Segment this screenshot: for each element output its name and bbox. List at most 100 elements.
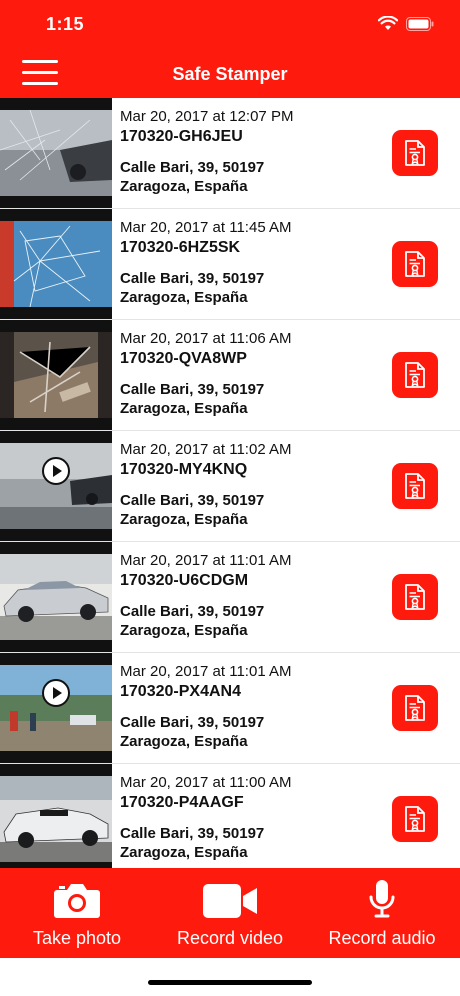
microphone-icon: [369, 880, 395, 918]
item-code: 170320-MY4KNQ: [120, 461, 248, 478]
thumbnail-photo[interactable]: [0, 98, 112, 208]
item-date: Mar 20, 2017 at 11:01 AM: [120, 552, 292, 569]
take-photo-button[interactable]: Take photo: [22, 868, 132, 958]
certificate-button[interactable]: [392, 463, 438, 509]
list-item[interactable]: Mar 20, 2017 at 11:01 AM 170320-U6CDGM C…: [0, 542, 460, 653]
item-details: Mar 20, 2017 at 11:45 AM 170320-6HZ5SK C…: [120, 218, 380, 307]
certificate-document-icon: [405, 251, 425, 277]
list-item[interactable]: Mar 20, 2017 at 11:45 AM 170320-6HZ5SK C…: [0, 209, 460, 320]
address-line-1: Calle Bari, 39, 50197: [120, 825, 265, 842]
item-address: Calle Bari, 39, 50197 Zaragoza, España: [120, 269, 380, 307]
tab-icon-wrapper: [203, 868, 257, 918]
evidence-list: Mar 20, 2017 at 12:07 PM 170320-GH6JEU C…: [0, 98, 460, 868]
certificate-document-icon: [405, 806, 425, 832]
take-photo-label: Take photo: [32, 928, 122, 948]
certificate-document-icon: [405, 695, 425, 721]
address-line-1: Calle Bari, 39, 50197: [120, 714, 265, 731]
address-line-1: Calle Bari, 39, 50197: [120, 381, 265, 398]
item-code: 170320-P4AAGF: [120, 794, 244, 811]
item-details: Mar 20, 2017 at 12:07 PM 170320-GH6JEU C…: [120, 107, 380, 196]
thumbnail-photo[interactable]: [0, 320, 112, 430]
certificate-button[interactable]: [392, 352, 438, 398]
address-line-2: Zaragoza, España: [120, 289, 248, 306]
status-bar: 1:15: [0, 0, 460, 50]
list-item[interactable]: Mar 20, 2017 at 11:01 AM 170320-PX4AN4 C…: [0, 653, 460, 764]
item-address: Calle Bari, 39, 50197 Zaragoza, España: [120, 380, 380, 418]
address-line-2: Zaragoza, España: [120, 622, 248, 639]
thumbnail-video[interactable]: [0, 431, 112, 541]
list-item[interactable]: Mar 20, 2017 at 11:06 AM 170320-QVA8WP C…: [0, 320, 460, 431]
address-line-1: Calle Bari, 39, 50197: [120, 492, 265, 509]
navigation-bar: Safe Stamper: [0, 50, 460, 98]
address-line-1: Calle Bari, 39, 50197: [120, 603, 265, 620]
item-address: Calle Bari, 39, 50197 Zaragoza, España: [120, 602, 380, 640]
item-details: Mar 20, 2017 at 11:06 AM 170320-QVA8WP C…: [120, 329, 380, 418]
photo-image: [0, 221, 112, 307]
address-line-2: Zaragoza, España: [120, 511, 248, 528]
list-item[interactable]: Mar 20, 2017 at 11:00 AM 170320-P4AAGF C…: [0, 764, 460, 868]
item-address: Calle Bari, 39, 50197 Zaragoza, España: [120, 491, 380, 529]
record-audio-label: Record audio: [328, 928, 436, 948]
address-line-2: Zaragoza, España: [120, 400, 248, 417]
item-address: Calle Bari, 39, 50197 Zaragoza, España: [120, 824, 380, 862]
item-details: Mar 20, 2017 at 11:00 AM 170320-P4AAGF C…: [120, 773, 380, 862]
certificate-button[interactable]: [392, 796, 438, 842]
photo-image: [0, 554, 112, 640]
item-details: Mar 20, 2017 at 11:01 AM 170320-U6CDGM C…: [120, 551, 380, 640]
record-video-button[interactable]: Record video: [170, 868, 290, 958]
item-date: Mar 20, 2017 at 12:07 PM: [120, 108, 294, 125]
item-details: Mar 20, 2017 at 11:01 AM 170320-PX4AN4 C…: [120, 662, 380, 751]
page-title: Safe Stamper: [172, 64, 288, 84]
address-line-1: Calle Bari, 39, 50197: [120, 270, 265, 287]
item-address: Calle Bari, 39, 50197 Zaragoza, España: [120, 158, 380, 196]
item-code: 170320-GH6JEU: [120, 128, 243, 145]
thumbnail-photo[interactable]: [0, 764, 112, 868]
play-icon[interactable]: [42, 679, 70, 707]
item-code: 170320-PX4AN4: [120, 683, 241, 700]
item-date: Mar 20, 2017 at 11:06 AM: [120, 330, 292, 347]
status-icons: [378, 16, 434, 31]
tab-icon-wrapper: [368, 868, 396, 918]
certificate-button[interactable]: [392, 574, 438, 620]
home-indicator-area: [0, 958, 460, 996]
address-line-1: Calle Bari, 39, 50197: [120, 159, 265, 176]
certificate-button[interactable]: [392, 241, 438, 287]
action-bar: Take photo Record video Record audio: [0, 868, 460, 958]
item-code: 170320-U6CDGM: [120, 572, 249, 589]
home-indicator[interactable]: [148, 980, 312, 985]
list-item[interactable]: Mar 20, 2017 at 11:02 AM 170320-MY4KNQ C…: [0, 431, 460, 542]
item-date: Mar 20, 2017 at 11:01 AM: [120, 663, 292, 680]
address-line-2: Zaragoza, España: [120, 733, 248, 750]
certificate-button[interactable]: [392, 130, 438, 176]
menu-line: [22, 60, 58, 63]
address-line-2: Zaragoza, España: [120, 178, 248, 195]
certificate-document-icon: [405, 140, 425, 166]
tab-icon-wrapper: [53, 868, 101, 918]
item-address: Calle Bari, 39, 50197 Zaragoza, España: [120, 713, 380, 751]
wifi-icon: [378, 16, 398, 30]
certificate-document-icon: [405, 473, 425, 499]
record-video-label: Record video: [176, 928, 284, 948]
item-code: 170320-QVA8WP: [120, 350, 247, 367]
list-item[interactable]: Mar 20, 2017 at 12:07 PM 170320-GH6JEU C…: [0, 98, 460, 209]
certificate-document-icon: [405, 362, 425, 388]
address-line-2: Zaragoza, España: [120, 844, 248, 861]
thumbnail-photo[interactable]: [0, 209, 112, 319]
video-camera-icon: [203, 884, 257, 918]
photo-image: [0, 332, 112, 418]
camera-icon: [54, 884, 100, 918]
battery-icon: [406, 16, 434, 31]
certificate-button[interactable]: [392, 685, 438, 731]
video-image: [0, 665, 112, 751]
thumbnail-photo[interactable]: [0, 542, 112, 652]
thumbnail-video[interactable]: [0, 653, 112, 763]
video-image: [0, 443, 112, 529]
record-audio-button[interactable]: Record audio: [322, 868, 442, 958]
play-icon[interactable]: [42, 457, 70, 485]
certificate-document-icon: [405, 584, 425, 610]
item-date: Mar 20, 2017 at 11:02 AM: [120, 441, 292, 458]
item-date: Mar 20, 2017 at 11:45 AM: [120, 219, 292, 236]
photo-image: [0, 110, 112, 196]
status-time: 1:15: [46, 14, 85, 34]
item-date: Mar 20, 2017 at 11:00 AM: [120, 774, 292, 791]
